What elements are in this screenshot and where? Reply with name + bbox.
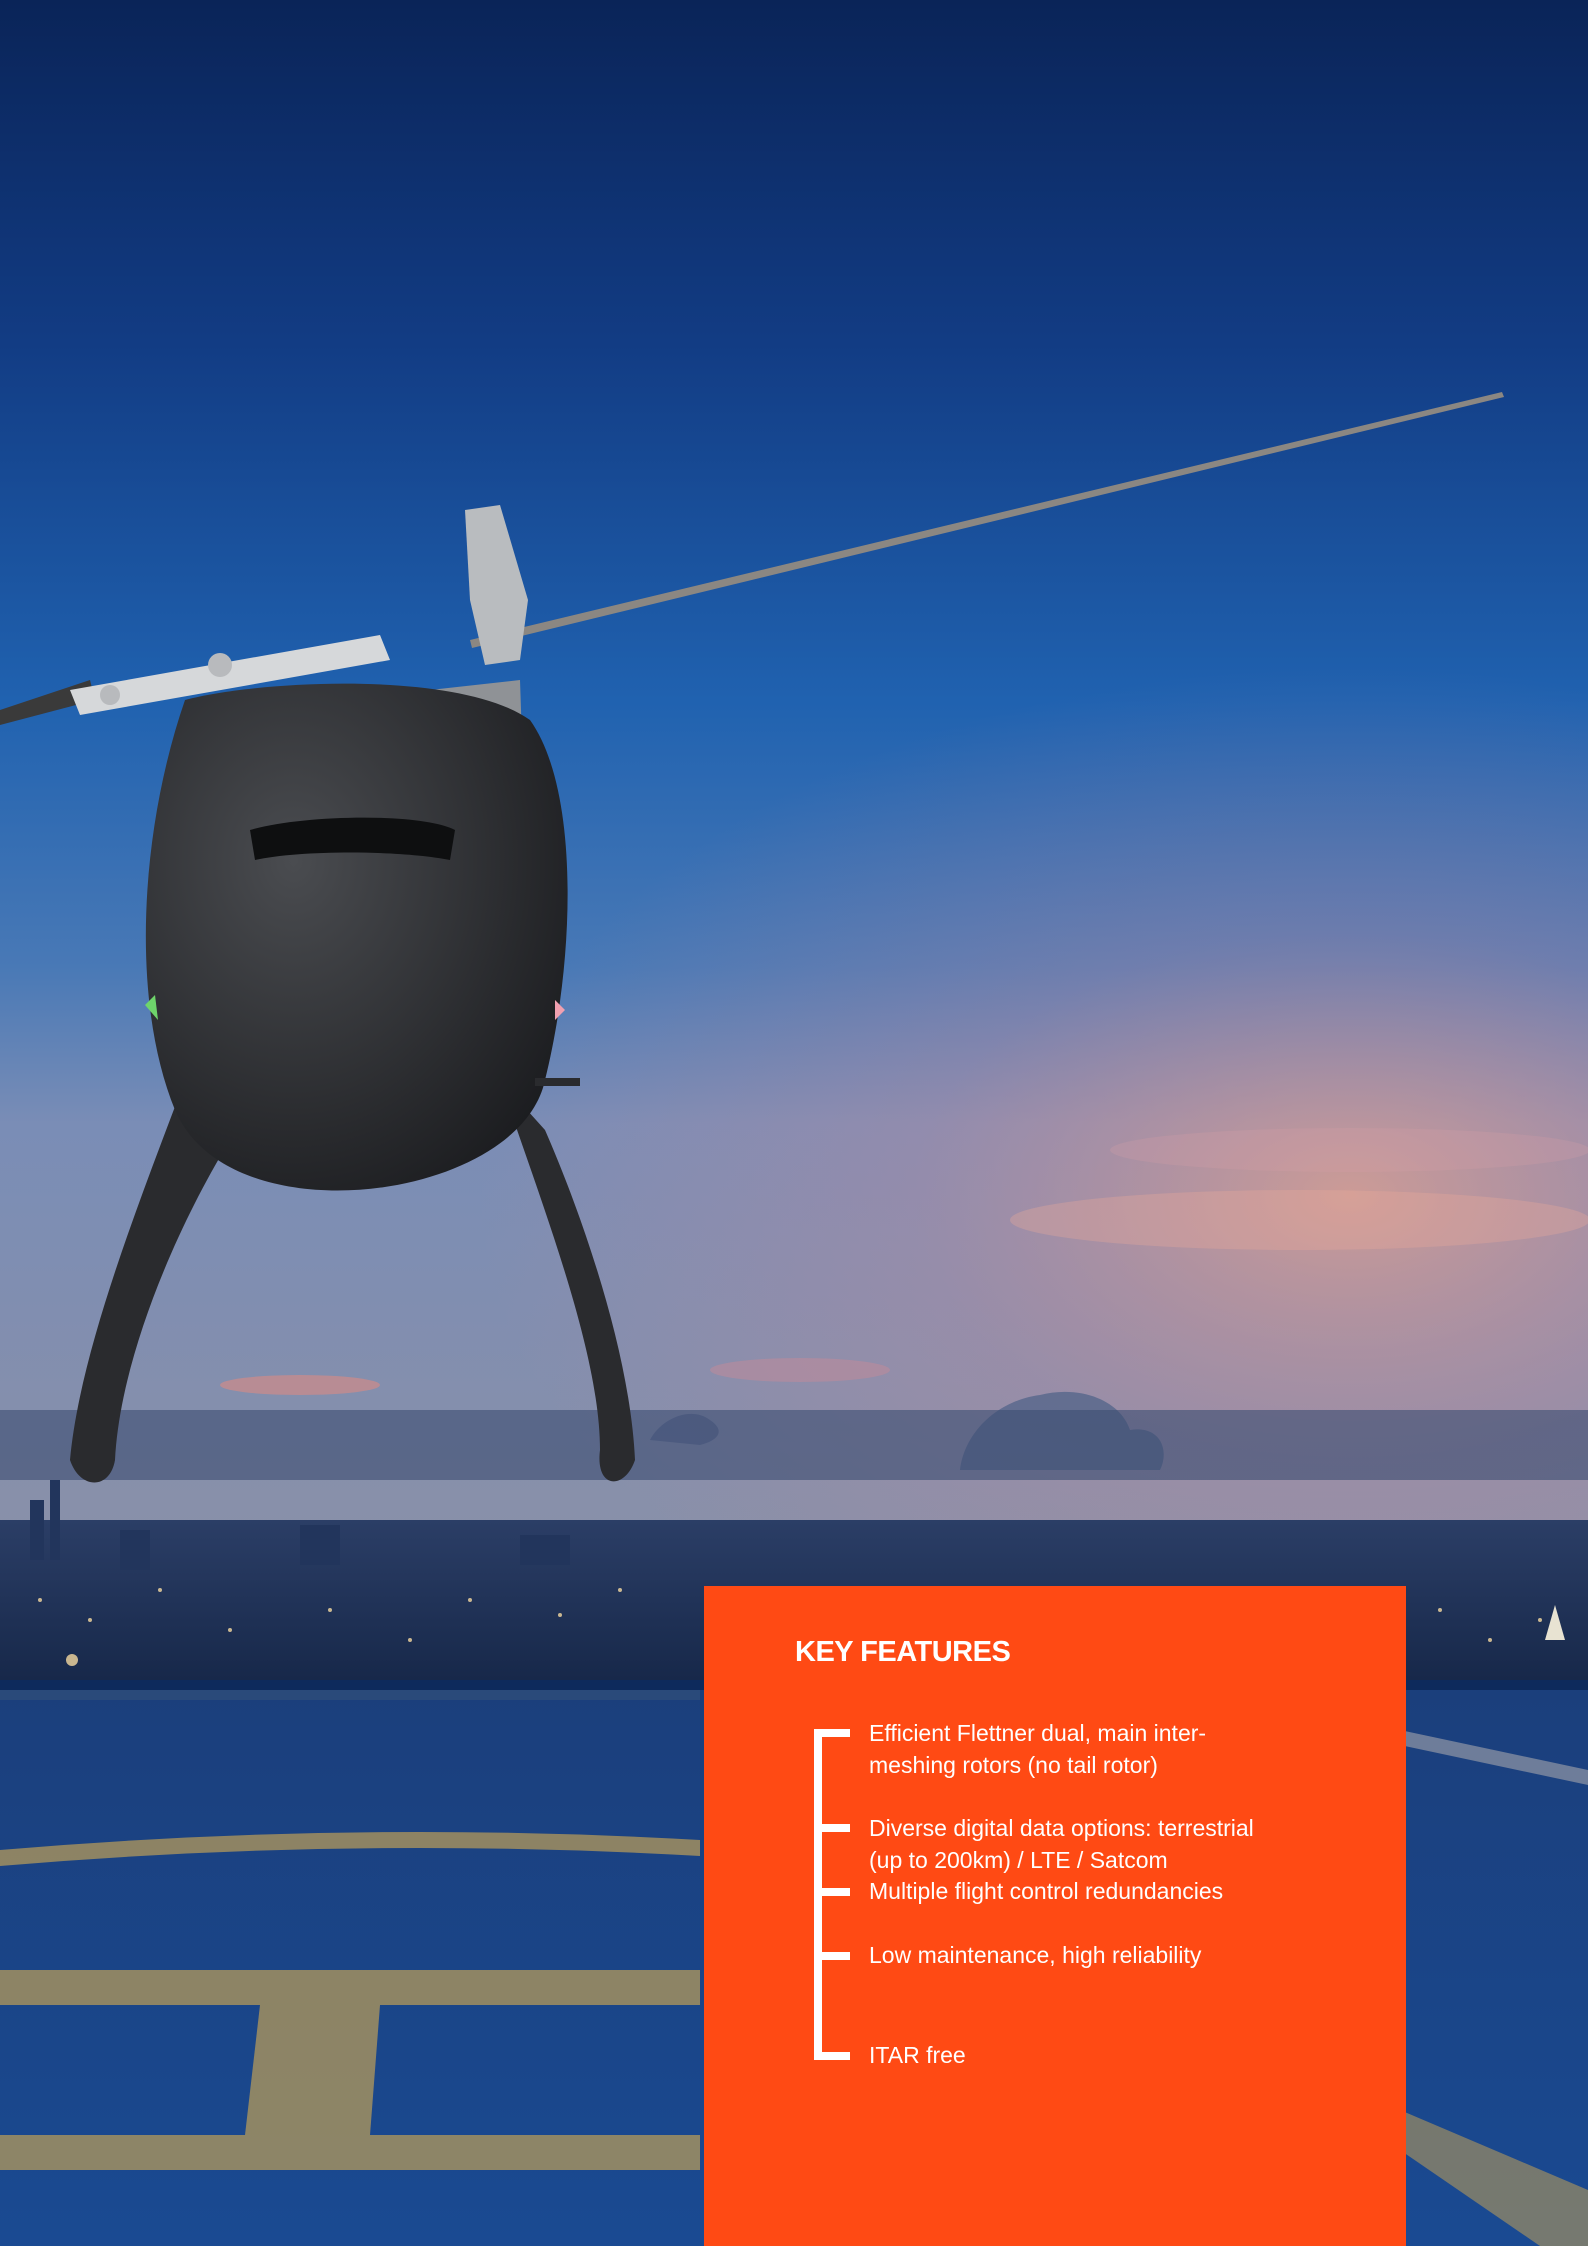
feature-text: ITAR free	[869, 2042, 966, 2068]
key-features-card: KEY FEATURES Efficient Flettner dual, ma…	[704, 1586, 1406, 2246]
list-bullet-tick	[814, 1729, 850, 1737]
feature-list: Efficient Flettner dual, main inter- mes…	[704, 1586, 1406, 2246]
list-bullet-tick	[814, 1888, 850, 1896]
list-bullet-tick	[814, 2052, 850, 2060]
feature-text: Low maintenance, high reliability	[869, 1942, 1202, 1968]
list-bullet-tick	[814, 1952, 850, 1960]
feature-text: Efficient Flettner dual, main inter- mes…	[869, 1720, 1207, 1778]
list-bullet-tick	[814, 1824, 850, 1832]
feature-text: Multiple flight control redundancies	[869, 1878, 1224, 1904]
feature-text: Diverse digital data options: terrestria…	[869, 1815, 1254, 1873]
